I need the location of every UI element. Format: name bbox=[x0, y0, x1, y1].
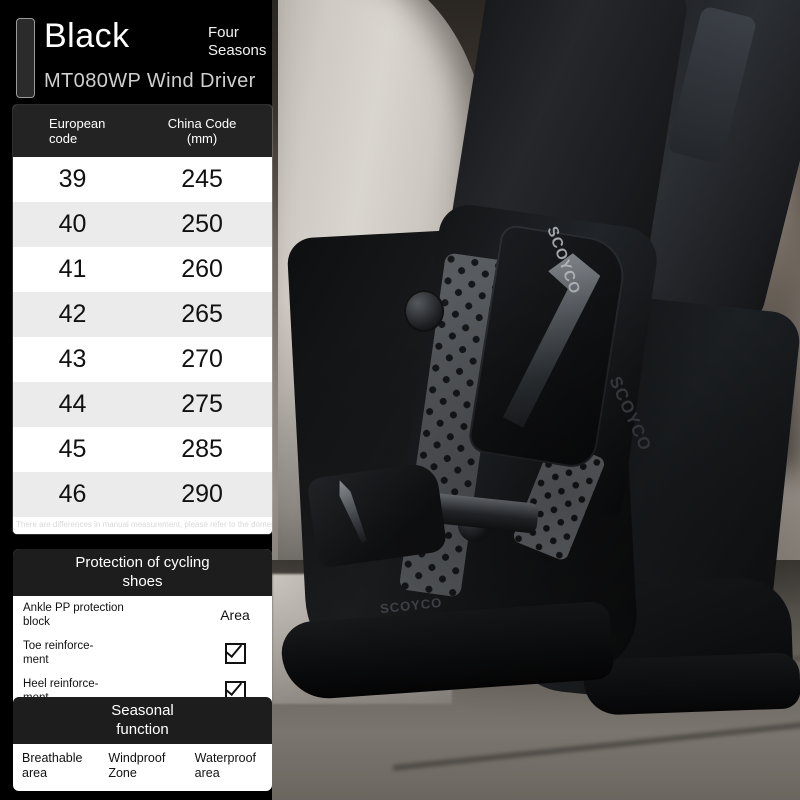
protection-label-line2: block bbox=[23, 616, 50, 628]
protection-panel: Protection of cycling shoes Ankle PP pro… bbox=[13, 549, 272, 710]
boa-dial-upper bbox=[404, 290, 444, 332]
title-block: Black Four Seasons MT080WP Wind Driver bbox=[16, 12, 284, 98]
seasonal-cell-waterproof: Waterproof area bbox=[186, 751, 272, 781]
seasonal-title-line1: Seasonal bbox=[111, 702, 174, 719]
toe-armor-plate bbox=[306, 461, 448, 569]
protection-label: Ankle PP protection block bbox=[23, 601, 206, 629]
product-photo: SCOYCO SCOYCO SCOYCO bbox=[272, 0, 800, 800]
seasonal-cell-line2: area bbox=[194, 766, 220, 780]
cell-european: 45 bbox=[58, 435, 87, 463]
cell-china: 245 bbox=[181, 165, 223, 193]
protection-label-line1: Ankle PP protection bbox=[23, 602, 124, 614]
header-china-line1: China Code bbox=[167, 116, 237, 131]
cell-european: 39 bbox=[58, 165, 87, 193]
checkbox-checked-icon bbox=[224, 642, 246, 664]
cell-china: 270 bbox=[181, 345, 223, 373]
seasonal-row: Breathable area Windproof Zone Waterproo… bbox=[13, 744, 272, 791]
protection-label-line1: Heel reinforce- bbox=[23, 678, 99, 690]
protection-label-line1: Toe reinforce- bbox=[23, 640, 94, 652]
table-row: 46 290 bbox=[13, 472, 272, 517]
protection-row-toe: Toe reinforce- ment bbox=[13, 634, 272, 672]
seasonal-cell-line2: area bbox=[22, 766, 48, 780]
protection-row-ankle: Ankle PP protection block Area bbox=[13, 596, 272, 634]
size-table-header: European code China Code (mm) bbox=[13, 105, 272, 157]
cell-china: 250 bbox=[181, 210, 223, 238]
cell-european: 43 bbox=[58, 345, 87, 373]
protection-label: Toe reinforce- ment bbox=[23, 639, 206, 667]
cell-european: 41 bbox=[58, 255, 87, 283]
protection-title-line2: shoes bbox=[122, 573, 163, 590]
cell-european: 40 bbox=[58, 210, 87, 238]
cell-china: 260 bbox=[181, 255, 223, 283]
seasonal-cell-breathable: Breathable area bbox=[13, 751, 99, 781]
cell-china: 290 bbox=[181, 480, 223, 508]
table-row: 43 270 bbox=[13, 337, 272, 382]
season-badge-line2: Seasons bbox=[208, 42, 267, 59]
seasonal-cell-line1: Waterproof bbox=[194, 751, 257, 765]
table-row: 39 245 bbox=[13, 157, 272, 202]
table-row: 41 260 bbox=[13, 247, 272, 292]
seasonal-cell-windproof: Windproof Zone bbox=[99, 751, 185, 781]
cell-european: 44 bbox=[58, 390, 87, 418]
season-badge-line1: Four bbox=[208, 24, 239, 41]
measurement-disclaimer: There are differences in manual measurem… bbox=[13, 517, 272, 534]
cell-european: 46 bbox=[58, 480, 87, 508]
protection-panel-title: Protection of cycling shoes bbox=[13, 549, 272, 596]
cell-china: 265 bbox=[181, 300, 223, 328]
seasonal-cell-line1: Windproof bbox=[108, 751, 166, 765]
header-european-line1: European bbox=[49, 116, 106, 131]
size-table: European code China Code (mm) 39 245 40 … bbox=[13, 105, 272, 534]
season-badge: Four Seasons bbox=[208, 24, 294, 60]
header-china-line2: (mm) bbox=[186, 131, 218, 146]
seasonal-cell-line2: Zone bbox=[108, 766, 137, 780]
model-name: MT080WP Wind Driver bbox=[44, 70, 256, 92]
seasonal-cell-line1: Breathable bbox=[22, 751, 83, 765]
cell-european: 42 bbox=[58, 300, 87, 328]
protection-label-line2: ment bbox=[23, 654, 49, 666]
product-infographic: SCOYCO SCOYCO SCOYCO Black Four Seasons … bbox=[0, 0, 800, 800]
color-name: Black bbox=[44, 17, 130, 55]
protection-value-toe bbox=[206, 642, 264, 664]
seasonal-panel-title: Seasonal function bbox=[13, 697, 272, 744]
cell-china: 275 bbox=[181, 390, 223, 418]
seasonal-title-line2: function bbox=[116, 721, 169, 738]
table-row: 42 265 bbox=[13, 292, 272, 337]
table-row: 45 285 bbox=[13, 427, 272, 472]
accent-bar bbox=[16, 18, 35, 98]
protection-title-line1: Protection of cycling bbox=[75, 554, 210, 571]
table-row: 44 275 bbox=[13, 382, 272, 427]
boots-group: SCOYCO SCOYCO SCOYCO bbox=[272, 0, 800, 800]
seasonal-panel: Seasonal function Breathable area Windpr… bbox=[13, 697, 272, 791]
cell-china: 285 bbox=[181, 435, 223, 463]
protection-value-area: Area bbox=[220, 607, 250, 623]
size-table-header-european: European code bbox=[13, 116, 132, 146]
boot-right-sole bbox=[583, 652, 800, 716]
table-row: 40 250 bbox=[13, 202, 272, 247]
header-european-line2: code bbox=[49, 131, 78, 146]
size-table-header-china: China Code (mm) bbox=[132, 116, 272, 146]
